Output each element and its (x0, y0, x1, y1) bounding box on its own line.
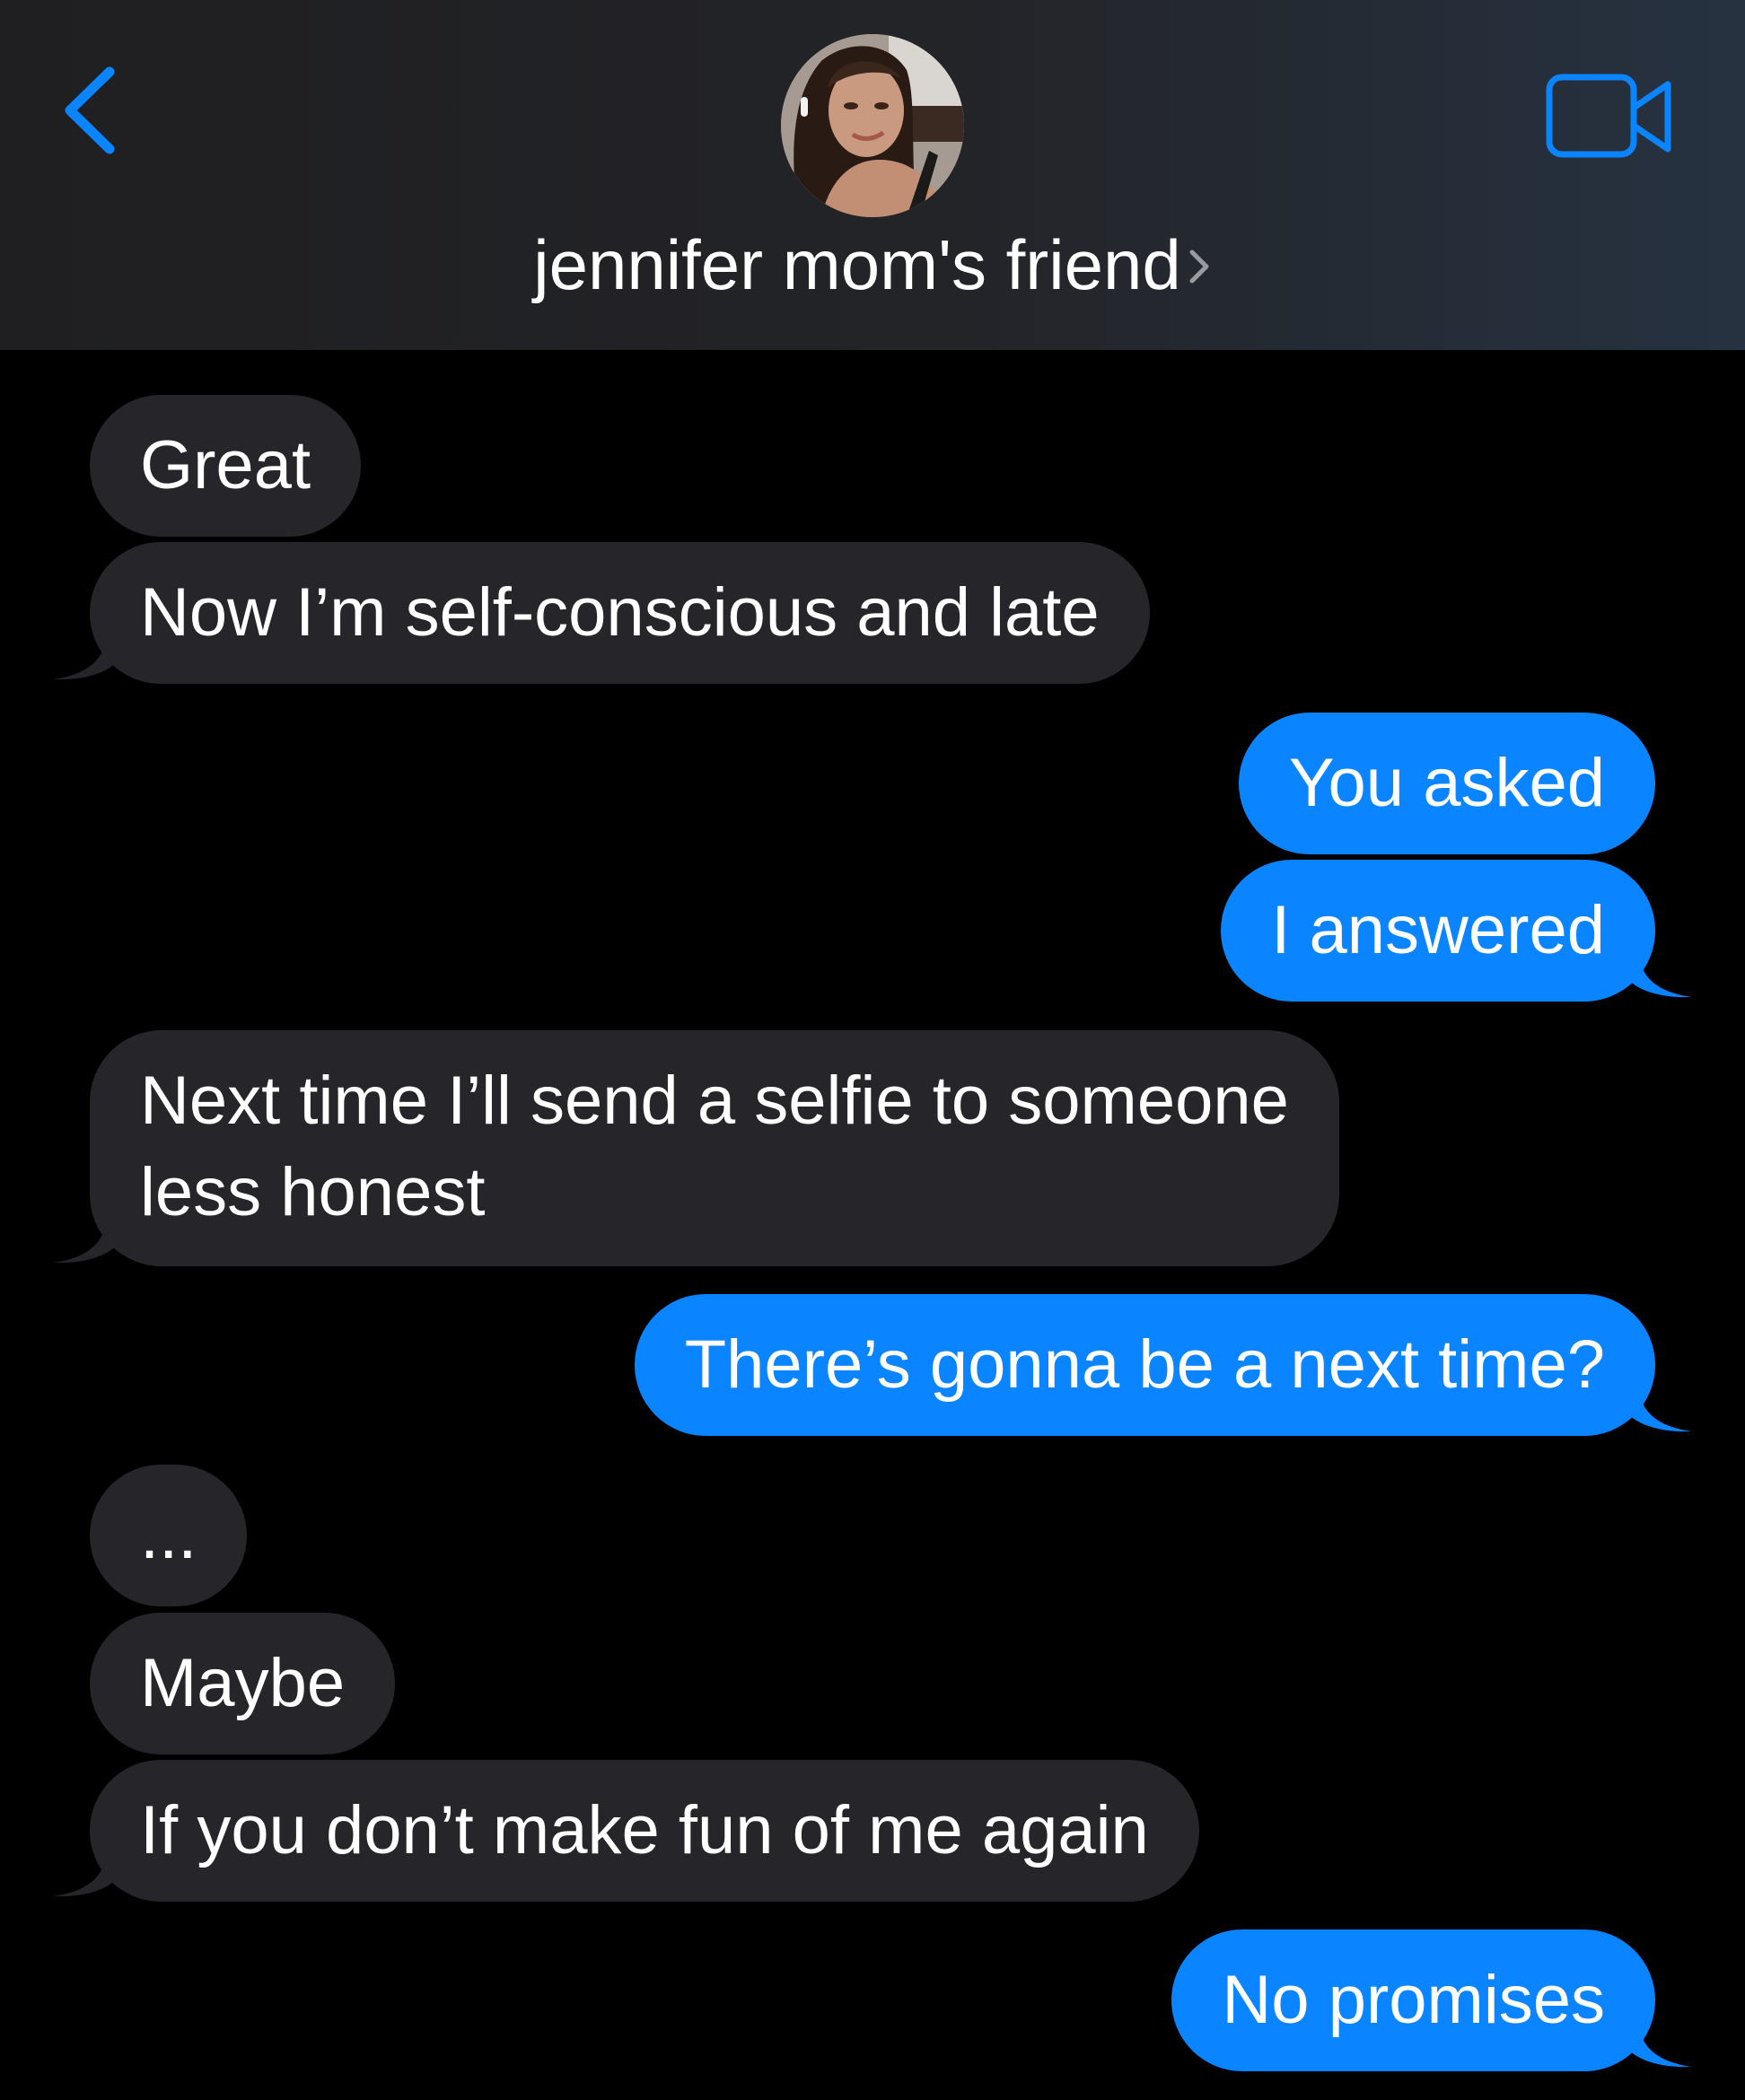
message-text: I answered (1271, 892, 1605, 968)
bubble-tail (54, 1845, 117, 1897)
message-text: Now I’m self-conscious and late (140, 574, 1100, 651)
incoming-message-bubble[interactable]: If you don’t make fun of me again (90, 1760, 1199, 1902)
message-text: You asked (1288, 745, 1605, 821)
conversation-header: jennifer mom's friend (0, 0, 1745, 350)
bubble-tail (1628, 1380, 1691, 1432)
bubble-tail (54, 628, 117, 680)
incoming-message-bubble[interactable]: ... (90, 1465, 248, 1606)
outgoing-message-bubble[interactable]: No promises (1171, 1929, 1655, 2071)
incoming-message-bubble[interactable]: Now I’m self-conscious and late (90, 542, 1150, 684)
chevron-right-icon (1189, 249, 1209, 284)
message-text: There’s gonna be a next time? (684, 1326, 1605, 1403)
bubble-tail (1628, 2016, 1691, 2068)
chevron-left-icon (65, 66, 115, 154)
incoming-message-bubble[interactable]: Next time I’ll send a selfie to someone … (90, 1030, 1339, 1266)
message-text: ... (140, 1497, 197, 1573)
message-text: No promises (1222, 1962, 1605, 2038)
video-camera-icon (1546, 74, 1671, 158)
message-text: Great (140, 427, 311, 503)
message-text-line: less honest (140, 1154, 486, 1230)
incoming-message-bubble[interactable]: Maybe (90, 1613, 396, 1754)
outgoing-message-bubble[interactable]: I answered (1221, 860, 1655, 1002)
contact-avatar[interactable] (781, 34, 964, 217)
facetime-video-button[interactable] (1546, 72, 1675, 162)
back-button[interactable] (54, 58, 135, 166)
incoming-message-bubble[interactable]: Great (90, 395, 362, 537)
contact-photo (781, 34, 964, 217)
message-text: If you don’t make fun of me again (140, 1792, 1149, 1868)
message-text: Maybe (140, 1645, 346, 1721)
bubble-tail (54, 1212, 117, 1264)
contact-name-button[interactable]: jennifer mom's friend (0, 224, 1745, 305)
outgoing-message-bubble[interactable]: There’s gonna be a next time? (634, 1294, 1655, 1436)
outgoing-message-bubble[interactable]: You asked (1238, 713, 1655, 854)
message-text-line: Next time I’ll send a selfie to someone (140, 1063, 1289, 1139)
contact-name: jennifer mom's friend (533, 225, 1181, 304)
bubble-tail (1628, 946, 1691, 998)
